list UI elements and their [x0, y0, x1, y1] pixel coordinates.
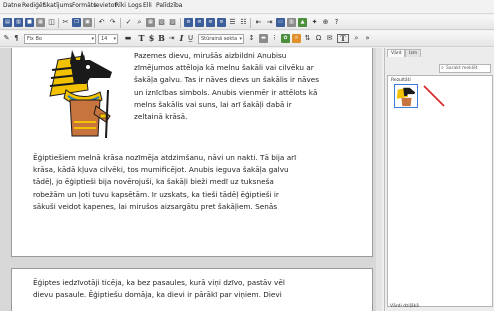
new-document-icon[interactable]: ▤ [3, 18, 12, 27]
menu-view[interactable]: Skatījums [43, 2, 72, 9]
spellcheck-icon[interactable]: ✓ [124, 18, 133, 27]
hyperlink-icon[interactable]: ☼ [292, 34, 301, 43]
background-color-icon[interactable]: ▬ [259, 34, 268, 43]
find-icon[interactable]: ⌕ [135, 18, 144, 27]
align-justify-icon[interactable]: ≡ [217, 18, 226, 27]
page-1[interactable]: Pazemes dievu, mirušās aizbildni Anubisu… [11, 48, 373, 257]
paint-icon[interactable]: ✿ [281, 34, 290, 43]
copy-icon[interactable]: ❐ [72, 18, 81, 27]
no-entry-icon [423, 85, 445, 107]
style-select[interactable]: Stūrainā sekta ▾ [198, 34, 244, 44]
image-icon[interactable]: ▧ [157, 18, 166, 27]
paragraph-2: Ēģiptiešiem melnā krāsa nozīmēja atdzimš… [33, 153, 297, 211]
menu-edit[interactable]: Rediģēt [22, 2, 45, 9]
underline-icon[interactable]: U̲ [186, 34, 195, 43]
navigator-icon[interactable]: ✦ [310, 18, 319, 27]
frame-text-icon[interactable]: T [337, 34, 349, 43]
character-map-icon[interactable]: ⁝ [270, 34, 279, 43]
font-name-select[interactable]: Fix Bo ▾ [24, 34, 96, 44]
results-list: Rezultāti [387, 75, 493, 307]
bullets-icon[interactable]: ☷ [239, 18, 248, 27]
chevron-down-icon: ▾ [113, 36, 116, 42]
italic-button[interactable]: I [177, 34, 186, 43]
paragraph-1: Pazemes dievu, mirušās aizbildni Anubisu… [134, 51, 320, 122]
font-color-bar-icon[interactable]: ▬ [121, 34, 135, 43]
menu-bar: Datne Rediģēt Skatījums Formāts Ievietot… [0, 0, 494, 14]
anubis-illustration [49, 50, 112, 138]
anubis-thumbnail[interactable] [394, 84, 418, 108]
menu-window[interactable]: Logs [128, 2, 142, 9]
side-panel-footer-label: Vārdi dziļākā [390, 304, 419, 309]
indent-decrease-icon[interactable]: ⇤ [254, 18, 263, 27]
chart-icon[interactable]: ▨ [168, 18, 177, 27]
gallery-side-panel: Vārd Izm ⌕ Sarakt meklēt Rezultāti Vārdi… [384, 48, 494, 311]
menu-format[interactable]: Formāts [72, 2, 96, 9]
border-icon[interactable]: ▭ [276, 18, 285, 27]
vertical-scrollbar[interactable] [376, 48, 382, 311]
highlight-icon[interactable]: ▲ [298, 18, 307, 27]
chevron-down-icon: ▾ [239, 36, 242, 42]
open-folder-icon[interactable]: ▥ [14, 18, 23, 27]
search-icon: ⌕ [441, 65, 444, 71]
page-2[interactable]: Ēģiptes iedzīvotāji ticēja, ka bez pasau… [11, 268, 373, 311]
indent-icon[interactable]: ⇥ [167, 34, 176, 43]
more-icon[interactable]: » [363, 34, 372, 43]
formatting-toolbar: ✎ ¶ Fix Bo ▾ 14 ▾ ▬ T $ B ⇥ I U̲ Stūrainā … [0, 31, 494, 47]
undo-icon[interactable]: ↶ [97, 18, 106, 27]
search-icon[interactable]: ⌕ [352, 34, 361, 43]
align-center-icon[interactable]: ≡ [195, 18, 204, 27]
standard-toolbar: ▤ ▥ ■ ▦ ◫ ✂ ❐ ▣ ↶ ↷ ✓ ⌕ ▦ ▧ ▨ ≡ ≡ ≡ ≡ ☰ … [0, 15, 494, 30]
columns-icon[interactable]: ▥ [287, 18, 296, 27]
table-icon[interactable]: ▦ [146, 18, 155, 27]
menu-insert[interactable]: Ievietot [94, 2, 117, 9]
preview-icon[interactable]: ◫ [47, 18, 56, 27]
align-right-icon[interactable]: ≡ [206, 18, 215, 27]
bold-button[interactable]: B [157, 34, 166, 43]
tab-words[interactable]: Vārd [387, 49, 406, 57]
symbol-icon[interactable]: Ω [314, 34, 323, 43]
menu-extra[interactable]: Elli [143, 2, 152, 9]
line-spacing-icon[interactable]: ↕ [247, 34, 256, 43]
paragraph-style-icon[interactable]: ¶ [12, 34, 21, 43]
comment-icon[interactable]: ✉ [325, 34, 334, 43]
menu-file[interactable]: Datne [3, 2, 21, 9]
paste-icon[interactable]: ▣ [83, 18, 92, 27]
redo-icon[interactable]: ↷ [108, 18, 117, 27]
no-symbol-thumbnail[interactable] [422, 84, 446, 108]
currency-button[interactable]: $ [147, 34, 156, 43]
styles-icon[interactable]: ✎ [2, 34, 11, 43]
numbering-icon[interactable]: ☰ [228, 18, 237, 27]
menu-tools[interactable]: Rīki [115, 2, 126, 9]
zoom-icon[interactable]: ⊕ [321, 18, 330, 27]
chevron-down-icon: ▾ [91, 36, 94, 42]
symbol-search-input[interactable]: ⌕ Sarakt meklēt [439, 64, 491, 73]
paragraph-3: Ēģiptes iedzīvotāji ticēja, ka bez pasau… [33, 278, 285, 300]
indent-increase-icon[interactable]: ⇥ [265, 18, 274, 27]
font-size-select[interactable]: 14 ▾ [98, 34, 118, 44]
document-area: Pazemes dievu, mirušās aizbildni Anubisu… [0, 48, 382, 311]
print-icon[interactable]: ▦ [36, 18, 45, 27]
tab-measure[interactable]: Izm [405, 49, 422, 57]
results-label: Rezultāti [391, 78, 411, 83]
align-left-icon[interactable]: ≡ [184, 18, 193, 27]
side-panel-tabs: Vārd Izm [385, 48, 494, 58]
text-format-button[interactable]: T [137, 34, 146, 43]
menu-help[interactable]: Palīdzība [156, 2, 182, 9]
sort-icon[interactable]: ⇅ [303, 34, 312, 43]
save-icon[interactable]: ■ [25, 18, 34, 27]
anubis-thumbnail-icon [396, 87, 416, 107]
cut-icon[interactable]: ✂ [61, 18, 70, 27]
help-icon[interactable]: ? [332, 18, 341, 27]
